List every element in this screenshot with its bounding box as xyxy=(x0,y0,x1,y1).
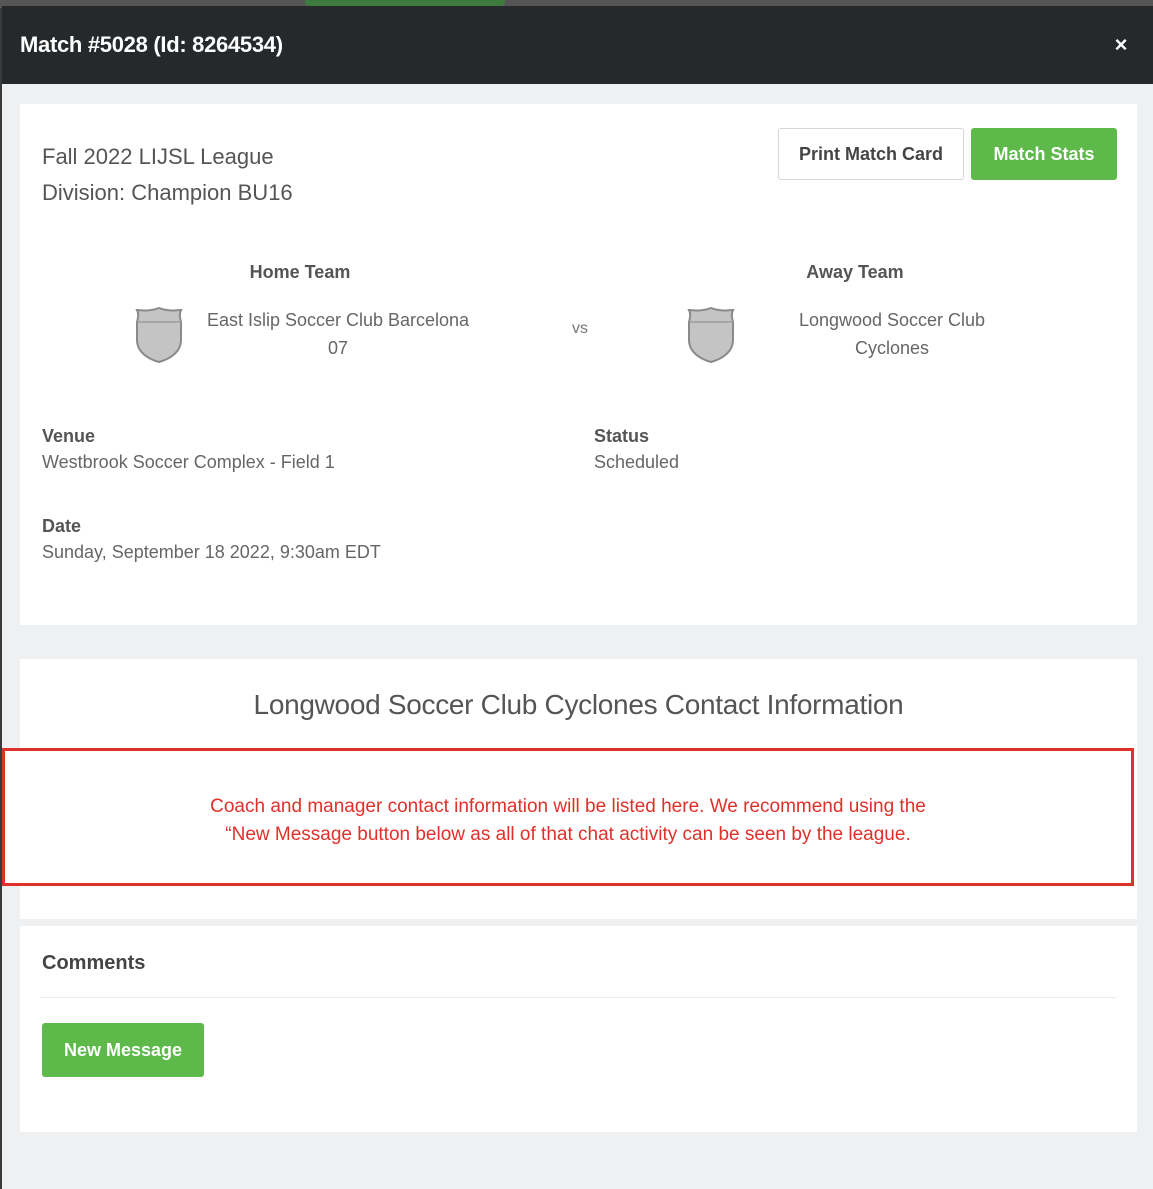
comments-divider xyxy=(40,997,1117,998)
away-team-name-line2: Cyclones xyxy=(854,338,930,358)
new-message-button[interactable]: New Message xyxy=(42,1023,204,1077)
home-team-name: East Islip Soccer Club Barcelona 07 xyxy=(198,306,478,362)
date-label: Date xyxy=(42,516,82,536)
venue-value: Westbrook Soccer Complex - Field 1 xyxy=(42,452,335,472)
status-value: Scheduled xyxy=(594,452,680,472)
modal-title: Match #5028 (Id: 8264534) xyxy=(20,32,283,57)
modal-header: Match #5028 (Id: 8264534) × xyxy=(2,6,1153,84)
venue-label: Venue xyxy=(42,426,96,446)
shield-icon xyxy=(135,306,183,364)
contact-info-title: Longwood Soccer Club Cyclones Contact In… xyxy=(253,689,904,720)
match-details-card: Fall 2022 LIJSL League Division: Champio… xyxy=(20,104,1137,625)
away-team-name-line1: Longwood Soccer Club xyxy=(798,310,986,330)
division-name: Division: Champion BU16 xyxy=(42,180,293,205)
home-team-name-line2: 07 xyxy=(327,338,349,358)
away-team-heading: Away Team xyxy=(806,262,904,282)
home-team-heading: Home Team xyxy=(249,262,351,282)
close-icon[interactable]: × xyxy=(1109,32,1133,58)
comments-card: Comments New Message xyxy=(20,926,1137,1132)
annotation-line1: Coach and manager contact information wi… xyxy=(210,796,926,817)
contact-annotation-box: Coach and manager contact information wi… xyxy=(2,748,1134,886)
match-modal: Match #5028 (Id: 8264534) × Fall 2022 LI… xyxy=(2,6,1153,1189)
league-name: Fall 2022 LIJSL League xyxy=(42,144,274,169)
comments-title: Comments xyxy=(42,952,146,974)
status-label: Status xyxy=(594,426,650,446)
vs-label: vs xyxy=(572,320,588,337)
annotation-line2: “New Message button below as all of that… xyxy=(225,824,911,845)
contact-annotation-text: Coach and manager contact information wi… xyxy=(5,793,1131,849)
shield-icon xyxy=(687,306,735,364)
home-team-name-line1: East Islip Soccer Club Barcelona xyxy=(206,310,470,330)
date-value: Sunday, September 18 2022, 9:30am EDT xyxy=(42,542,381,562)
print-match-card-button[interactable]: Print Match Card xyxy=(778,128,964,180)
match-stats-button[interactable]: Match Stats xyxy=(971,128,1117,180)
away-team-name: Longwood Soccer Club Cyclones xyxy=(772,306,1012,362)
